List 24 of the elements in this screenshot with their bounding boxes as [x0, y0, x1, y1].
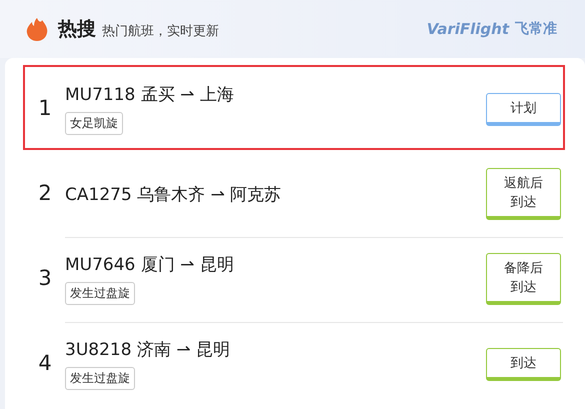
flight-row[interactable]: 4 3U8218 济南 ⇀ 昆明 发生过盘旋 到达	[23, 320, 565, 405]
flight-row[interactable]: 2 CA1275 乌鲁木齐 ⇀ 阿克苏 返航后 到达	[23, 150, 565, 235]
flight-route: 3U8218 济南 ⇀ 昆明	[65, 339, 230, 361]
header-title: 热搜	[58, 17, 96, 42]
brand-logo: VariFlight	[426, 20, 509, 38]
flight-tag: 发生过盘旋	[65, 367, 135, 390]
flight-route: CA1275 乌鲁木齐 ⇀ 阿克苏	[65, 184, 282, 206]
flight-tag: 女足凯旋	[65, 112, 123, 135]
flight-route: MU7646 厦门 ⇀ 昆明	[65, 254, 234, 276]
header-subtitle: 热门航班，实时更新	[102, 22, 219, 40]
rank-number: 1	[37, 96, 53, 120]
rank-number: 2	[37, 180, 53, 204]
rank-number: 3	[37, 266, 53, 290]
flight-row[interactable]: 3 MU7646 厦门 ⇀ 昆明 发生过盘旋 备降后 到达	[23, 235, 565, 320]
status-button[interactable]: 备降后 到达	[486, 253, 561, 305]
brand-name: 飞常准	[515, 20, 557, 38]
flight-row[interactable]: 1 MU7118 孟买 ⇀ 上海 女足凯旋 计划	[23, 65, 565, 150]
flame-icon	[26, 17, 48, 41]
flight-route: MU7118 孟买 ⇀ 上海	[65, 84, 234, 106]
status-button[interactable]: 返航后 到达	[486, 168, 561, 220]
status-button[interactable]: 到达	[486, 348, 561, 380]
flight-tag: 发生过盘旋	[65, 282, 135, 305]
rank-number: 4	[37, 350, 53, 374]
status-button[interactable]: 计划	[486, 92, 561, 126]
